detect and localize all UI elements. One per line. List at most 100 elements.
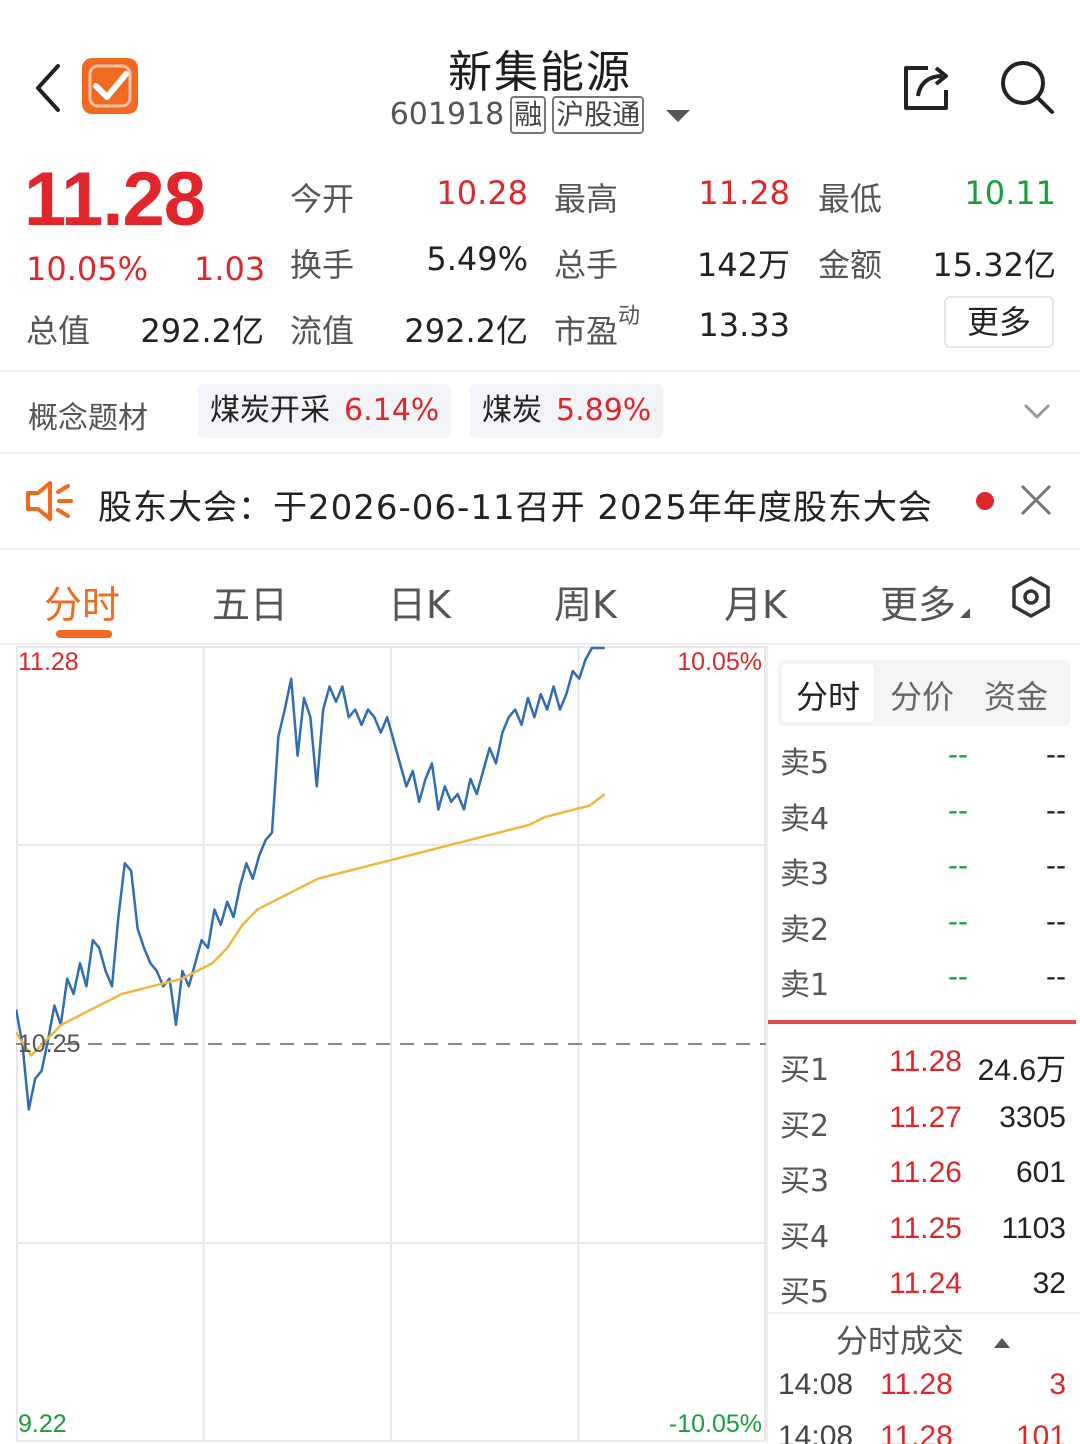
ask-price: -- (948, 793, 968, 827)
stat-label-turnover: 换手 (290, 246, 355, 284)
stat-label-pe-sup: 动 (618, 304, 641, 329)
stat-label-pe-text: 市盈 (554, 312, 619, 351)
ask-label: 卖2 (780, 912, 830, 948)
orderbook-tab-intraday[interactable]: 分时 (796, 672, 860, 718)
bid-volume: 24.6万 (977, 1054, 1066, 1087)
stat-value-open: 10.28 (436, 174, 528, 212)
stat-value-market-cap: 292.2亿 (140, 312, 264, 350)
orderbook-tab-price[interactable]: 分价 (890, 672, 954, 718)
tab-intraday[interactable]: 分时 (44, 574, 120, 629)
divider (0, 370, 1080, 372)
bid-label: 买5 (780, 1275, 830, 1310)
bid-price: 11.27 (889, 1100, 962, 1134)
axis-ref-price: 10.25 (18, 1030, 81, 1058)
ask-label: 卖4 (780, 801, 830, 837)
average-line (16, 793, 606, 1057)
chart-grid (16, 646, 766, 1442)
concept-pct: 6.14% (344, 393, 440, 428)
divider (766, 1312, 1080, 1314)
ask-price: -- (948, 849, 968, 882)
change-percent: 10.05% (26, 250, 149, 288)
bid-price: 11.26 (889, 1156, 962, 1189)
stat-value-amount: 15.32亿 (932, 246, 1056, 284)
stat-value-volume: 142万 (696, 246, 790, 284)
announcement-text[interactable]: 股东大会：于2026-06-11召开 2025年年度股东大会 (98, 480, 933, 529)
bid-volume: 32 (1032, 1267, 1066, 1300)
connect-tag: 沪股通 (552, 96, 645, 134)
ask-price: -- (948, 960, 968, 993)
bid-label: 买4 (780, 1219, 830, 1255)
close-announcement-button[interactable] (1018, 482, 1054, 518)
close-icon (1020, 484, 1052, 516)
tab-monthly-k[interactable]: 月K (724, 574, 787, 629)
header: 新集能源 601918 融沪股通 (0, 0, 1080, 150)
stat-label-pe: 市盈动 (554, 304, 641, 353)
share-icon (904, 66, 948, 110)
concept-chip-coal-mining[interactable]: 煤炭开采 6.14% (198, 384, 452, 438)
ask-volume: -- (1046, 904, 1066, 938)
tab-weekly-k[interactable]: 周K (554, 574, 617, 629)
concepts-label: 概念题材 (28, 401, 148, 436)
ask-label: 卖3 (780, 857, 830, 892)
concept-pct: 5.89% (556, 393, 652, 428)
axis-top-price: 11.28 (18, 648, 79, 676)
trades-header[interactable]: 分时成交 (766, 1316, 1080, 1362)
chart-settings-button[interactable] (1008, 574, 1054, 620)
divider (0, 548, 1080, 550)
bid-volume: 1103 (1001, 1211, 1066, 1245)
stock-code: 601918 (389, 97, 505, 132)
speaker-icon (24, 478, 74, 524)
unread-dot (976, 492, 994, 510)
trade-volume: 3 (1049, 1368, 1066, 1401)
search-button[interactable] (998, 58, 1056, 116)
active-tab-indicator (56, 630, 112, 638)
stat-label-market-cap: 总值 (26, 312, 91, 350)
search-icon (1001, 61, 1054, 114)
share-button[interactable] (898, 58, 956, 116)
chevron-down-icon (1024, 404, 1050, 419)
trade-time: 14:08 (778, 1368, 854, 1401)
stat-label-low: 最低 (818, 180, 883, 218)
ask-label: 卖1 (780, 968, 830, 1003)
stat-value-turnover: 5.49% (426, 240, 528, 278)
trade-price: 11.28 (880, 1368, 953, 1401)
hexagon-settings-icon (1012, 576, 1050, 618)
ask-volume: -- (1046, 849, 1066, 882)
stat-label-high: 最高 (554, 180, 619, 218)
stat-label-float-cap: 流值 (290, 312, 355, 350)
change-amount: 1.03 (194, 250, 266, 288)
trades-title: 分时成交 (835, 1322, 964, 1360)
orderbook-divider (768, 1020, 1076, 1024)
tab-more-label: 更多 (880, 583, 957, 627)
caret-up-icon (994, 1338, 1011, 1348)
tab-daily-k[interactable]: 日K (388, 574, 451, 629)
stat-label-amount: 金额 (818, 246, 883, 284)
chart-series (16, 646, 606, 1111)
trade-price: 11.28 (880, 1420, 953, 1444)
bid-price: 11.28 (889, 1045, 962, 1078)
stat-value-low: 10.11 (964, 174, 1056, 212)
stat-label-open: 今开 (290, 180, 355, 218)
divider (0, 643, 1080, 645)
ask-volume: -- (1046, 738, 1066, 771)
current-price: 11.28 (24, 157, 206, 242)
tab-five-day[interactable]: 五日 (212, 574, 288, 629)
trade-volume: 101 (1015, 1420, 1066, 1444)
intraday-chart[interactable]: 11.28 10.05% 10.25 9.22 -10.05% (16, 646, 766, 1442)
orderbook-tab-funds[interactable]: 资金 (984, 672, 1048, 718)
tab-more[interactable]: 更多 (880, 574, 971, 629)
ask-label: 卖5 (780, 746, 830, 781)
bid-label: 买1 (780, 1053, 830, 1088)
margin-tag: 融 (510, 96, 547, 134)
concept-name: 煤炭 (482, 393, 542, 428)
trade-time: 14:08 (778, 1420, 854, 1444)
caret-down-icon[interactable] (666, 109, 691, 122)
triangle-icon (960, 608, 971, 618)
expand-concepts-button[interactable] (1022, 396, 1052, 426)
ask-price: -- (948, 904, 968, 938)
bid-price: 11.25 (889, 1211, 962, 1245)
concept-chip-coal[interactable]: 煤炭 5.89% (470, 384, 664, 438)
more-stats-button[interactable]: 更多 (944, 296, 1054, 348)
ask-volume: -- (1046, 793, 1066, 827)
axis-bottom-price: 9.22 (18, 1410, 67, 1438)
